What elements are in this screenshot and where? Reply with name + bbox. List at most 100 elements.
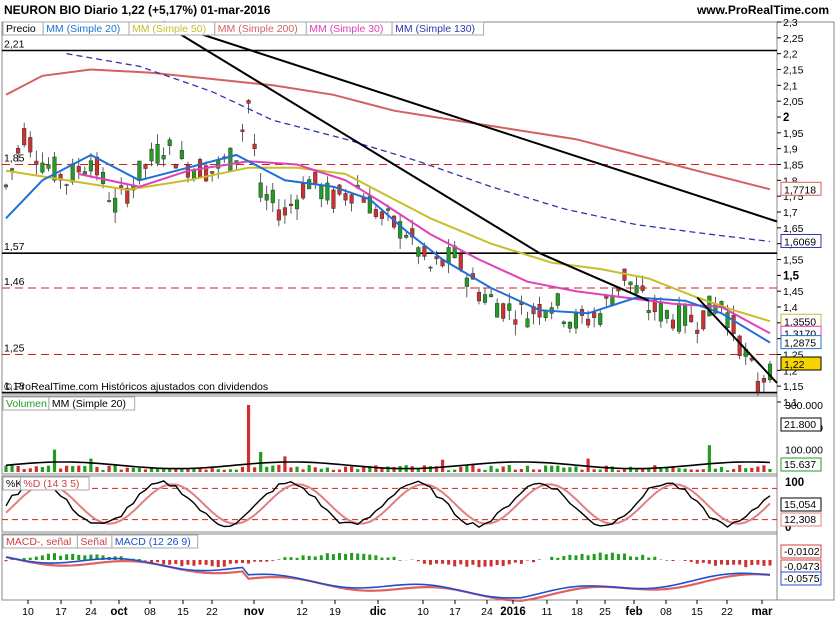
- macd-hist-bar: [301, 555, 305, 560]
- candle-body: [70, 163, 75, 183]
- volume-bar: [246, 405, 251, 472]
- x-tick-label: 10: [417, 606, 429, 618]
- macd-hist-bar: [295, 557, 299, 560]
- volume-bar: [562, 467, 566, 472]
- macd-hist-bar: [65, 554, 69, 560]
- volume-bar: [586, 458, 590, 472]
- macd-hist-bar: [186, 560, 190, 565]
- candle-body: [88, 160, 93, 172]
- candle-body: [513, 319, 518, 325]
- price-value-label: 1,22: [784, 359, 805, 371]
- volume-bar: [77, 465, 81, 472]
- volume-bar: [356, 469, 360, 472]
- volume-bar: [483, 469, 487, 472]
- macd-hist-bar: [665, 560, 669, 561]
- price-value-label: 1,7718: [784, 184, 816, 196]
- macd-hist-bar: [574, 555, 578, 560]
- macd-hist-bar: [271, 560, 275, 561]
- candle-body: [725, 312, 730, 329]
- volume-bar: [513, 469, 517, 472]
- price-tick-label: 1,45: [783, 286, 804, 298]
- volume-bar: [319, 468, 323, 472]
- price-tick-label: 1,15: [783, 381, 804, 393]
- volume-tick-label: 100.000: [785, 445, 823, 457]
- x-tick-label: 12: [296, 606, 308, 618]
- volume-bar: [325, 467, 329, 472]
- candle-body: [76, 166, 81, 173]
- candle-body: [555, 293, 560, 306]
- volume-bar: [313, 467, 317, 472]
- macd-hist-bar: [629, 556, 633, 560]
- macd-hist-bar: [247, 560, 251, 564]
- volume-bar: [10, 464, 14, 472]
- volume-bar: [604, 465, 608, 472]
- volume-bar: [71, 466, 75, 472]
- volume-legend-item: MM (Simple 20): [52, 398, 126, 410]
- macd-hist-bar: [538, 559, 542, 560]
- stoch-k-value-label: 15,054: [784, 499, 816, 511]
- candle-body: [28, 137, 33, 153]
- candle-body: [240, 129, 245, 132]
- candle-body: [16, 147, 21, 154]
- macd-hist-bar: [277, 559, 281, 560]
- macd-hist-bar: [580, 553, 584, 560]
- candle-body: [761, 378, 766, 383]
- volume-bar: [374, 465, 378, 472]
- candle-body: [52, 156, 57, 181]
- chart-canvas[interactable]: 2,32,252,22,152,12,0521,951,91,851,81,75…: [0, 0, 835, 620]
- volume-bar: [58, 468, 63, 472]
- volume-bar: [677, 468, 681, 472]
- candle-body: [683, 305, 688, 326]
- macd-hist-bar: [180, 560, 184, 567]
- candle-body: [634, 285, 639, 294]
- stochastic-panel-frame: [1, 475, 778, 533]
- macd-value-label: -0,0102: [784, 546, 820, 558]
- volume-bar: [337, 469, 342, 472]
- volume-bar: [168, 469, 172, 472]
- volume-bar: [240, 466, 245, 472]
- volume-legend-item: Volumen: [6, 398, 47, 410]
- macd-hist-bar: [331, 554, 335, 560]
- macd-hist-bar: [71, 553, 75, 560]
- volume-bar: [107, 465, 111, 472]
- candle-body: [167, 139, 172, 146]
- macd-hist-bar: [513, 560, 517, 563]
- macd-hist-bar: [707, 560, 711, 564]
- candle-body: [331, 189, 336, 209]
- macd-hist-bar: [28, 557, 32, 560]
- macd-hist-bar: [447, 560, 451, 565]
- volume-bar: [477, 468, 481, 472]
- volume-bar: [750, 467, 754, 472]
- volume-bar: [162, 468, 166, 472]
- volume-bar: [307, 465, 311, 472]
- price-legend-item: MM (Simple 30): [309, 23, 383, 35]
- volume-bar: [635, 469, 639, 472]
- volume-bar: [125, 467, 129, 472]
- candle-body: [313, 171, 318, 185]
- stoch-tick-label: 100: [785, 477, 804, 489]
- macd-hist-bar: [641, 554, 645, 560]
- macd-hist-bar: [768, 560, 772, 566]
- volume-bar: [350, 466, 354, 472]
- volume-bar: [725, 470, 730, 472]
- macd-hist-bar: [46, 553, 50, 560]
- volume-bar: [295, 466, 299, 472]
- x-tick-label: feb: [625, 606, 642, 618]
- macd-hist-bar: [240, 560, 244, 563]
- candle-body: [246, 100, 251, 104]
- macd-hist-bar: [441, 560, 445, 564]
- macd-hist-bar: [604, 554, 608, 560]
- macd-hist-bar: [83, 555, 87, 560]
- candle-body: [64, 184, 69, 186]
- candle-body: [301, 183, 306, 199]
- macd-hist-bar: [174, 560, 178, 564]
- price-tick-label: 2,3: [783, 17, 798, 29]
- volume-bar: [155, 468, 160, 472]
- candle-body: [501, 303, 506, 319]
- volume-bar: [95, 466, 99, 472]
- candle-body: [464, 277, 469, 287]
- candle-body: [143, 164, 148, 169]
- candle-body: [482, 294, 488, 303]
- volume-bar: [119, 469, 123, 472]
- copyright-footer: © ProRealTime.com Históricos ajustados c…: [4, 381, 268, 393]
